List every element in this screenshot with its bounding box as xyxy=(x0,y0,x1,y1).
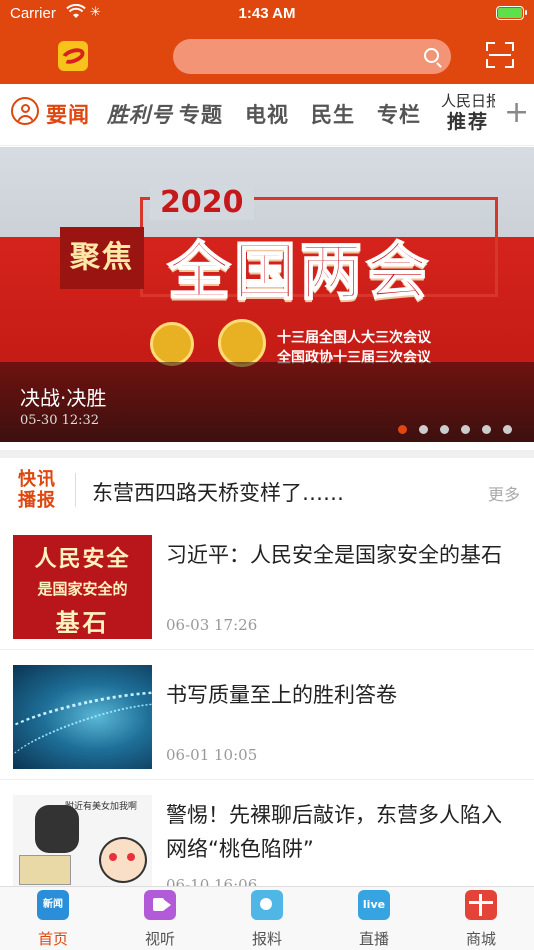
tabbar-mall[interactable]: 商城 xyxy=(428,887,534,950)
banner-time: 05-30 12:32 xyxy=(20,413,100,428)
tabbar-report[interactable]: 报料 xyxy=(214,887,320,950)
banner-year: 2020 xyxy=(150,185,254,220)
tabbar-video[interactable]: 视听 xyxy=(107,887,213,950)
live-icon: live xyxy=(358,890,390,920)
banner-headline: 全国两会 xyxy=(167,234,433,309)
tab-rmrb-label: 人民日报 xyxy=(441,92,495,110)
tabbar-label: 直播 xyxy=(358,930,389,948)
flash-label: 快讯 播报 xyxy=(18,469,62,511)
carousel-dot[interactable] xyxy=(503,425,512,434)
tabbar-live[interactable]: live 直播 xyxy=(321,887,427,950)
cartoon-face-icon xyxy=(99,837,147,883)
tabbar-home[interactable]: 新闻 首页 xyxy=(0,887,106,950)
user-profile-icon[interactable] xyxy=(11,97,39,125)
tab-zhuanti[interactable]: 专题 xyxy=(179,99,223,129)
scan-icon[interactable] xyxy=(486,42,514,68)
thumbnail-text: 基石 xyxy=(55,608,110,637)
app-header: Carrier ✳ 1:43 AM xyxy=(0,0,534,84)
tab-shenglihao[interactable]: 胜利号 xyxy=(107,99,173,129)
search-icon[interactable] xyxy=(424,48,439,63)
bottom-tab-bar: 新闻 首页 视听 报料 live 直播 商城 xyxy=(0,886,534,950)
carousel-dot[interactable] xyxy=(461,425,470,434)
list-item[interactable]: 人民安全 是国家安全的 基石 习近平：人民安全是国家安全的基石 06-03 17… xyxy=(0,520,534,650)
flash-headline[interactable]: 东营西四路天桥变样了…… xyxy=(92,477,344,507)
tabbar-label: 商城 xyxy=(465,930,496,948)
app-logo-icon[interactable] xyxy=(58,41,88,71)
carousel-dot[interactable] xyxy=(419,425,428,434)
phone-illustration-icon xyxy=(35,805,79,853)
news-home-icon: 新闻 xyxy=(37,890,69,920)
more-link[interactable]: 更多 xyxy=(488,481,520,505)
tabbar-label: 视听 xyxy=(144,930,175,948)
tab-minsheng[interactable]: 民生 xyxy=(311,99,355,129)
thumbnail-note: 附近有美女加我啊 xyxy=(65,802,138,812)
banner-caption: 决战·决胜 xyxy=(20,386,107,410)
carousel-pagination[interactable] xyxy=(398,419,524,434)
status-bar: Carrier ✳ 1:43 AM xyxy=(0,0,534,28)
tabbar-label: 首页 xyxy=(37,930,68,948)
thumbnail-text: 是国家安全的 xyxy=(37,580,128,598)
search-input[interactable] xyxy=(173,39,451,74)
carousel-dot[interactable] xyxy=(482,425,491,434)
heart-eye-icon xyxy=(127,853,135,861)
gift-icon xyxy=(465,890,497,920)
clock: 1:43 AM xyxy=(238,5,296,22)
flash-label-line2: 播报 xyxy=(18,490,56,511)
carousel-dot[interactable] xyxy=(440,425,449,434)
channel-tabs: 要闻 胜利号 专题 电视 民生 专栏 人民日报 推荐 + xyxy=(0,84,534,146)
banner-focus-badge: 聚焦 xyxy=(60,227,144,289)
banner-subtitle-1: 十三届全国人大三次会议 xyxy=(277,330,431,346)
battery-icon xyxy=(496,6,527,20)
tab-zhuanlan[interactable]: 专栏 xyxy=(377,99,421,129)
list-item[interactable]: 书写质量至上的胜利答卷 06-01 10:05 xyxy=(0,650,534,780)
news-time: 06-03 17:26 xyxy=(166,616,258,634)
add-channel-icon[interactable]: + xyxy=(504,95,529,130)
news-thumbnail: 附近有美女加我啊 xyxy=(13,795,152,899)
card-illustration-icon xyxy=(19,855,71,885)
divider xyxy=(75,473,76,507)
news-time: 06-01 10:05 xyxy=(166,746,258,764)
video-icon xyxy=(144,890,176,920)
news-title[interactable]: 习近平：人民安全是国家安全的基石 xyxy=(166,538,516,572)
cppcc-emblem-icon xyxy=(218,319,266,367)
thumbnail-text: 人民安全 xyxy=(34,546,131,572)
camera-icon xyxy=(251,890,283,920)
news-title[interactable]: 警惕！先裸聊后敲诈，东营多人陷入网络“桃色陷阱” xyxy=(166,798,516,866)
flash-label-line1: 快讯 xyxy=(18,469,56,490)
tab-renminribao-tuijian[interactable]: 人民日报 推荐 xyxy=(441,92,495,134)
tab-tuijian-label: 推荐 xyxy=(446,111,489,133)
tabbar-label: 报料 xyxy=(251,930,282,948)
tab-dianshi[interactable]: 电视 xyxy=(245,99,289,129)
news-title[interactable]: 书写质量至上的胜利答卷 xyxy=(166,678,516,712)
news-thumbnail xyxy=(13,665,152,769)
banner-carousel[interactable]: 2020 聚焦 全国两会 十三届全国人大三次会议 全国政协十三届三次会议 决战·… xyxy=(0,147,534,442)
tab-yaowen[interactable]: 要闻 xyxy=(46,99,90,129)
carousel-dot[interactable] xyxy=(398,425,407,434)
heart-eye-icon xyxy=(109,853,117,861)
flash-news[interactable]: 快讯 播报 东营西四路天桥变样了…… 更多 xyxy=(0,450,534,530)
news-thumbnail: 人民安全 是国家安全的 基石 xyxy=(13,535,152,639)
national-emblem-icon xyxy=(150,322,194,366)
